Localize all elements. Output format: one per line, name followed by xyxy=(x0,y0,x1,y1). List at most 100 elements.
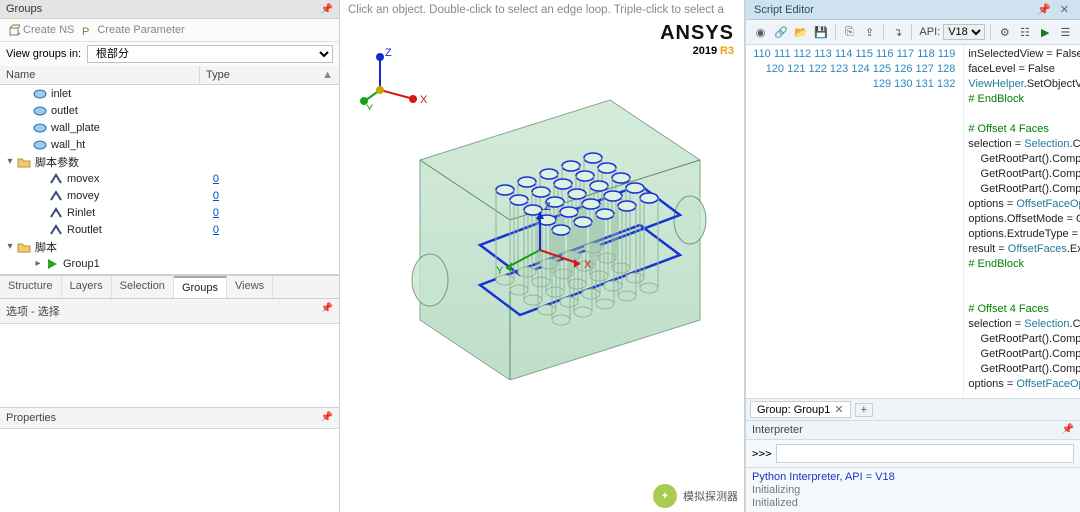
svg-text:X: X xyxy=(420,94,428,106)
debug-icon[interactable]: ☷ xyxy=(1016,23,1033,41)
tab-structure[interactable]: Structure xyxy=(0,276,62,298)
pin-icon[interactable]: 📌 xyxy=(321,4,333,15)
folder-scripts[interactable]: ▾ 脚本 xyxy=(0,238,339,255)
svg-text:X: X xyxy=(584,259,592,271)
column-name[interactable]: Name xyxy=(0,66,200,84)
insert-icon[interactable]: ⎘ xyxy=(841,23,858,41)
svg-text:Z: Z xyxy=(385,47,392,59)
filter-row: View groups in: 根部分 xyxy=(0,42,339,66)
pin-icon[interactable]: 📌 xyxy=(321,303,333,319)
properties-area xyxy=(0,429,339,512)
filter-select[interactable]: 根部分 xyxy=(87,45,333,63)
param-icon xyxy=(48,189,64,203)
selection-icon xyxy=(32,121,48,135)
tree-ns-item[interactable]: inlet xyxy=(0,85,339,102)
script-editor-panel: Script Editor 📌 ✕ ◉ 🔗 📂 💾 ⎘ ⇪ ↴ API: V18… xyxy=(745,0,1080,512)
options-header: 选项 - 选择 📌 xyxy=(0,299,339,324)
param-icon xyxy=(48,172,64,186)
open-icon[interactable]: 📂 xyxy=(792,23,809,41)
close-icon[interactable]: ✕ xyxy=(834,403,843,416)
interpreter-log: Python Interpreter, API = V18 Initializi… xyxy=(746,468,1080,512)
tree-param-item[interactable]: movey0 xyxy=(0,187,339,204)
collapse-icon[interactable]: ▾ xyxy=(4,241,16,252)
code-area[interactable]: inSelectedView = False faceLevel = False… xyxy=(964,45,1080,398)
groups-toolbar: Create NS P Create Parameter xyxy=(0,19,339,42)
3d-viewport[interactable]: X Y Z X Y Z ✦ 模拟探测器 xyxy=(340,20,744,512)
expand-icon[interactable]: ▸ xyxy=(32,258,44,269)
tab-groups[interactable]: Groups xyxy=(174,276,227,298)
publish-icon[interactable]: ⇪ xyxy=(861,23,878,41)
tree-param-item[interactable]: Routlet0 xyxy=(0,221,339,238)
sort-icon[interactable]: ▲ xyxy=(322,69,333,81)
param-value-link[interactable]: 0 xyxy=(213,190,219,202)
svg-text:Y: Y xyxy=(496,265,504,277)
tree-header: Name Type▲ xyxy=(0,66,339,85)
groups-title-label: Groups xyxy=(6,3,42,15)
folder-script-params[interactable]: ▾ 脚本参数 xyxy=(0,153,339,170)
save-icon[interactable]: 💾 xyxy=(813,23,830,41)
folder-icon xyxy=(16,240,32,254)
collapse-icon[interactable]: ▾ xyxy=(4,156,16,167)
instruction-text: Click an object. Double-click to select … xyxy=(340,0,744,20)
pin-icon[interactable]: 📌 xyxy=(1062,424,1074,436)
record-icon[interactable]: ◉ xyxy=(752,23,769,41)
play-icon xyxy=(44,257,60,271)
run-icon[interactable]: ▶ xyxy=(1037,23,1054,41)
param-icon: P xyxy=(82,24,94,36)
param-value-link[interactable]: 0 xyxy=(213,173,219,185)
pin-icon[interactable]: 📌 xyxy=(321,412,333,424)
selection-icon xyxy=(32,104,48,118)
left-tabs: StructureLayersSelectionGroupsViews xyxy=(0,275,339,299)
options-area xyxy=(0,324,339,408)
create-ns-button[interactable]: Create NS xyxy=(6,23,76,37)
svg-text:Z: Z xyxy=(544,201,551,213)
groups-tree[interactable]: inletoutletwall_platewall_ht ▾ 脚本参数 move… xyxy=(0,85,339,275)
param-icon xyxy=(48,206,64,220)
interpreter-input-row: >>> xyxy=(746,440,1080,468)
interpreter-header: Interpreter 📌 xyxy=(746,421,1080,440)
svg-text:Y: Y xyxy=(366,103,374,110)
cube-icon xyxy=(8,24,20,36)
tab-views[interactable]: Views xyxy=(227,276,273,298)
line-gutter: 110 111 112 113 114 115 116 117 118 119 … xyxy=(746,45,964,398)
settings-icon[interactable]: ⚙ xyxy=(996,23,1013,41)
groups-panel-title: Groups 📌 xyxy=(0,0,339,19)
selection-icon xyxy=(32,87,48,101)
close-icon[interactable]: ✕ xyxy=(1057,4,1072,16)
pin-icon[interactable]: 📌 xyxy=(1034,4,1054,16)
param-value-link[interactable]: 0 xyxy=(213,224,219,236)
script-editor-title: Script Editor 📌 ✕ xyxy=(746,0,1080,20)
tree-param-item[interactable]: Rinlet0 xyxy=(0,204,339,221)
create-parameter-button[interactable]: P Create Parameter xyxy=(80,23,186,37)
api-select[interactable]: V18 xyxy=(943,24,985,40)
watermark: ✦ 模拟探测器 xyxy=(653,484,738,508)
tab-layers[interactable]: Layers xyxy=(62,276,112,298)
selection-icon xyxy=(32,138,48,152)
column-type[interactable]: Type▲ xyxy=(200,66,339,84)
viewport-panel: Click an object. Double-click to select … xyxy=(340,0,745,512)
interpreter-input[interactable] xyxy=(776,444,1074,463)
tree-param-item[interactable]: movex0 xyxy=(0,170,339,187)
view-triad[interactable]: X Y Z xyxy=(360,40,430,110)
script-tab-group1[interactable]: Group: Group1 ✕ xyxy=(750,401,851,418)
step-icon[interactable]: ↴ xyxy=(889,23,906,41)
script-tabs: Group: Group1 ✕ + xyxy=(746,398,1080,421)
prompt-label: >>> xyxy=(752,447,772,460)
tree-ns-item[interactable]: wall_plate xyxy=(0,119,339,136)
tree-script-group1[interactable]: ▸ Group1 xyxy=(0,255,339,272)
app-root: Groups 📌 Create NS P Create Parameter Vi… xyxy=(0,0,1080,512)
script-toolbar: ◉ 🔗 📂 💾 ⎘ ⇪ ↴ API: V18 ⚙ ☷ ▶ ☰ xyxy=(746,20,1080,45)
tree-ns-item[interactable]: wall_ht xyxy=(0,136,339,153)
groups-panel: Groups 📌 Create NS P Create Parameter Vi… xyxy=(0,0,340,512)
tree-ns-item[interactable]: outlet xyxy=(0,102,339,119)
folder-icon xyxy=(16,155,32,169)
tab-selection[interactable]: Selection xyxy=(112,276,174,298)
new-tab-button[interactable]: + xyxy=(855,403,873,417)
param-value-link[interactable]: 0 xyxy=(213,207,219,219)
filter-label: View groups in: xyxy=(6,48,81,60)
link-icon[interactable]: 🔗 xyxy=(772,23,789,41)
code-editor[interactable]: 110 111 112 113 114 115 116 117 118 119 … xyxy=(746,45,1080,398)
menu-icon[interactable]: ☰ xyxy=(1057,23,1074,41)
svg-text:P: P xyxy=(82,26,89,36)
param-icon xyxy=(48,223,64,237)
